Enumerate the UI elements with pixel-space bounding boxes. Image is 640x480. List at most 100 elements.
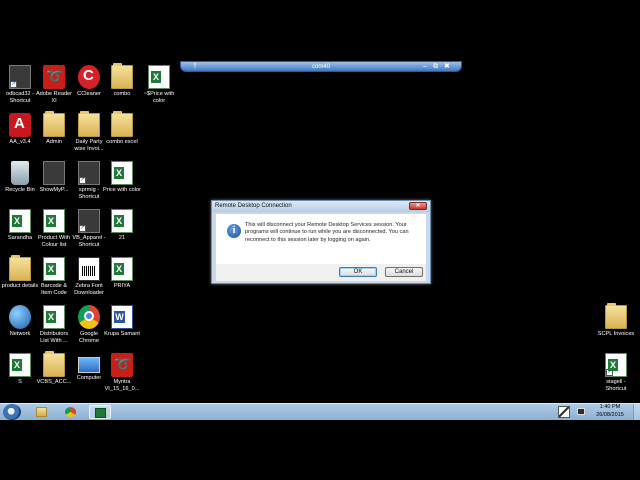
desktop-icon[interactable]: Price with color xyxy=(103,161,141,194)
excel-icon xyxy=(43,257,65,281)
restore-button[interactable]: ⧉ xyxy=(433,62,438,72)
dialog-title: Remote Desktop Connection xyxy=(215,203,292,209)
taskbar: 1:40 PM 26/08/2015 xyxy=(0,403,640,420)
shortcut-arrow-icon: ↗ xyxy=(10,81,17,88)
desktop-icon[interactable]: ↗ odbcad32 - Shortcut xyxy=(1,65,39,104)
desktop-icon[interactable]: ShowMyP... xyxy=(35,161,73,194)
folder-icon xyxy=(111,63,133,89)
dialog-message: This will disconnect your Remote Desktop… xyxy=(245,222,409,243)
desktop-icon-label: Network xyxy=(9,331,31,337)
dialog-titlebar[interactable]: Remote Desktop Connection ✕ xyxy=(212,201,430,212)
shortcut-arrow-icon: ↗ xyxy=(79,177,86,184)
desktop-icon-label: odbcad32 - Shortcut xyxy=(6,91,34,104)
taskbar-explorer-button[interactable] xyxy=(31,405,53,419)
shortcut-arrow-icon: ↗ xyxy=(79,225,86,232)
dialog-footer: OK Cancel xyxy=(216,264,426,281)
desktop-icon[interactable]: Adobe Reader XI xyxy=(35,65,73,104)
desktop-icon[interactable]: Network xyxy=(1,305,39,338)
folder-icon xyxy=(78,111,100,137)
minimize-button[interactable]: – xyxy=(423,62,427,72)
desktop-icon[interactable]: S xyxy=(1,353,39,386)
recycle-bin-icon xyxy=(11,161,29,185)
remote-desktop-dialog: Remote Desktop Connection ✕ i This will … xyxy=(211,200,431,284)
taskbar-chrome-button[interactable] xyxy=(60,405,82,419)
pdf-icon xyxy=(111,353,133,377)
chrome-icon xyxy=(78,305,100,329)
generic-app-icon: ↗ xyxy=(9,65,31,89)
desktop-icon[interactable]: 21 xyxy=(103,209,141,242)
desktop-icon-label: VCBS_ACC... xyxy=(36,379,72,385)
desktop-icon[interactable]: Krupa Samant xyxy=(103,305,141,338)
dialog-close-button[interactable]: ✕ xyxy=(409,202,427,210)
network-icon xyxy=(9,305,31,329)
desktop-icon[interactable]: PRIYA xyxy=(103,257,141,290)
folder-icon xyxy=(43,351,65,377)
excel-icon xyxy=(43,305,65,329)
desktop-icon-label: Sarandha xyxy=(7,235,33,241)
remote-connection-bar[interactable]: † com40 – ⧉ ✖ xyxy=(180,61,462,72)
desktop-icon[interactable]: Sarandha xyxy=(1,209,39,242)
desktop-icon[interactable]: VCBS_ACC... xyxy=(35,351,73,386)
desktop-icon-label: stagell - Shortcut xyxy=(605,379,627,392)
cancel-button[interactable]: Cancel xyxy=(385,267,423,277)
zebra-icon xyxy=(78,257,100,281)
shortcut-arrow-icon: ↗ xyxy=(606,369,613,376)
desktop-icon[interactable]: ↗ stagell - Shortcut xyxy=(597,353,635,392)
windows-explorer-icon xyxy=(36,407,47,417)
desktop-icon[interactable]: product details xyxy=(1,255,39,290)
desktop-icon-label: PRIYA xyxy=(113,283,131,289)
excel-icon xyxy=(111,257,133,281)
desktop-icon-label: product details xyxy=(1,283,39,289)
taskbar-excel-button[interactable] xyxy=(89,405,111,419)
autocad-icon xyxy=(9,113,31,137)
folder-icon xyxy=(111,111,133,137)
show-desktop-button[interactable] xyxy=(633,404,640,420)
excel-icon xyxy=(148,65,170,89)
desktop-icon[interactable]: SCPL Invoices xyxy=(597,303,635,338)
excel-icon xyxy=(9,353,31,377)
desktop-icon[interactable]: Barcode & Item Code xyxy=(35,257,73,296)
dialog-body: i This will disconnect your Remote Deskt… xyxy=(216,214,426,264)
desktop-icon-label: S xyxy=(18,379,22,385)
desktop-icon-label: Adobe Reader XI xyxy=(35,91,73,104)
pdf-icon xyxy=(43,65,65,89)
tray-network-icon[interactable] xyxy=(577,408,585,415)
desktop-icon-label: SCPL Invoices xyxy=(597,331,635,337)
desktop-icon-label: combo excel xyxy=(106,139,138,145)
desktop-icon-label: AA_v3.4 xyxy=(9,139,31,145)
info-icon: i xyxy=(227,224,241,238)
clock-time: 1:40 PM xyxy=(599,404,621,410)
generic-app-icon xyxy=(43,161,65,185)
tray-pen-icon[interactable] xyxy=(558,406,570,418)
computer-icon xyxy=(78,357,100,373)
close-button[interactable]: ✖ xyxy=(444,62,450,72)
clock[interactable]: 1:40 PM 26/08/2015 xyxy=(590,404,630,419)
generic-app-icon: ↗ xyxy=(78,209,100,233)
start-button[interactable] xyxy=(3,404,21,420)
desktop-icon[interactable]: Recycle Bin xyxy=(1,161,39,194)
desktop-icon-label: Admin xyxy=(46,139,62,145)
desktop-icon-label: Krupa Samant xyxy=(104,331,140,337)
desktop-icon-label: Myntra VI_15_16_0... xyxy=(104,379,140,392)
desktop-icon[interactable]: combo xyxy=(103,63,141,98)
desktop-icon[interactable]: Admin xyxy=(35,111,73,146)
desktop-icon-label: Distributors List With ... xyxy=(39,331,69,344)
clock-date: 26/08/2015 xyxy=(596,411,624,418)
desktop-icon-label: combo xyxy=(113,91,131,97)
desktop-icon[interactable]: Myntra VI_15_16_0... xyxy=(103,353,141,392)
desktop-icon[interactable]: Distributors List With ... xyxy=(35,305,73,344)
word-icon xyxy=(111,305,133,329)
desktop-icon[interactable]: Product With Colour list xyxy=(35,209,73,248)
generic-app-icon: ↗ xyxy=(78,161,100,185)
ok-button[interactable]: OK xyxy=(339,267,377,277)
letterbox-bottom xyxy=(0,420,640,480)
desktop-icon[interactable]: ~$Price with color xyxy=(140,65,178,104)
folder-icon xyxy=(9,255,31,281)
desktop-icon[interactable]: combo excel xyxy=(103,111,141,146)
folder-icon xyxy=(43,111,65,137)
desktop-icon-label: Price with color xyxy=(103,187,141,193)
desktop-icon[interactable]: AA_v3.4 xyxy=(1,113,39,146)
desktop-icon-label: Recycle Bin xyxy=(5,187,35,193)
chrome-icon xyxy=(65,407,76,417)
excel-icon xyxy=(43,209,65,233)
